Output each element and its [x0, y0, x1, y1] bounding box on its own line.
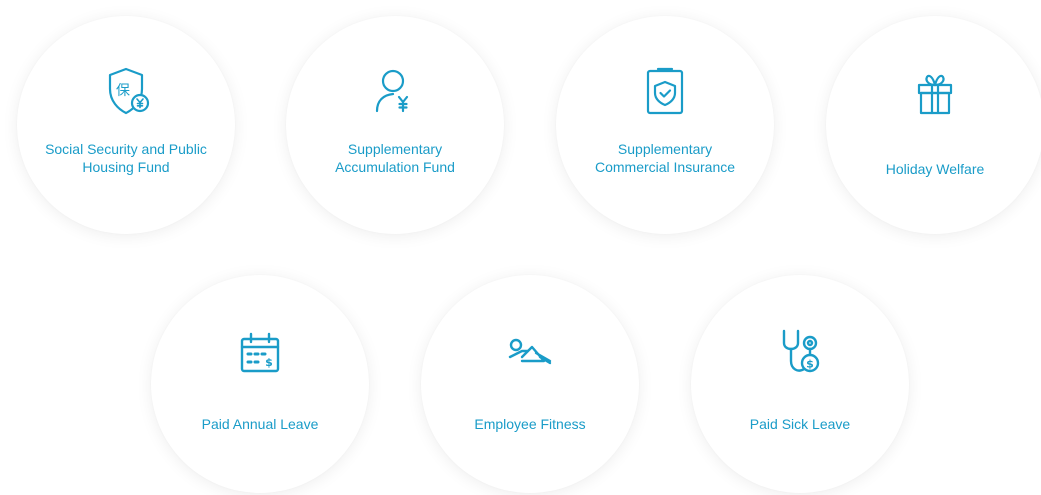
benefit-card-employee-fitness[interactable]: Employee Fitness [421, 275, 639, 493]
insurance-shield-yuan-icon: 保 [94, 59, 158, 123]
svg-text:$: $ [806, 358, 814, 371]
benefit-label-line2: Accumulation Fund [335, 159, 455, 175]
svg-text:$: $ [265, 356, 273, 369]
benefit-card-accumulation-fund[interactable]: Supplementary Accumulation Fund [286, 16, 504, 234]
benefit-card-social-security[interactable]: 保 Social Security and Public Housing Fun… [17, 16, 235, 234]
clipboard-shield-icon [633, 59, 697, 123]
fitness-exercise-icon [498, 321, 562, 385]
benefit-label: Holiday Welfare [885, 161, 985, 177]
benefit-label-line2: Housing Fund [82, 159, 170, 175]
benefit-label: Supplementary [347, 141, 443, 157]
gift-box-icon [903, 59, 967, 123]
benefit-card-holiday-welfare[interactable]: Holiday Welfare [826, 16, 1041, 234]
calendar-dollar-icon: $ [228, 321, 292, 385]
benefit-label: Paid Sick Leave [749, 416, 851, 432]
benefit-label-line2: Commercial Insurance [594, 159, 736, 175]
stethoscope-dollar-icon: $ [768, 321, 832, 385]
person-yuan-icon [363, 59, 427, 123]
benefits-grid: 保 Social Security and Public Housing Fun… [0, 0, 1041, 495]
benefit-label: Employee Fitness [474, 416, 586, 432]
benefit-card-commercial-insurance[interactable]: Supplementary Commercial Insurance [556, 16, 774, 234]
benefit-label: Supplementary [617, 141, 713, 157]
benefit-label: Paid Annual Leave [201, 416, 319, 432]
benefit-label: Social Security and Public [45, 141, 207, 157]
svg-text:保: 保 [116, 83, 130, 99]
benefit-card-paid-annual-leave[interactable]: $ Paid Annual Leave [151, 275, 369, 493]
benefit-card-paid-sick-leave[interactable]: $ Paid Sick Leave [691, 275, 909, 493]
